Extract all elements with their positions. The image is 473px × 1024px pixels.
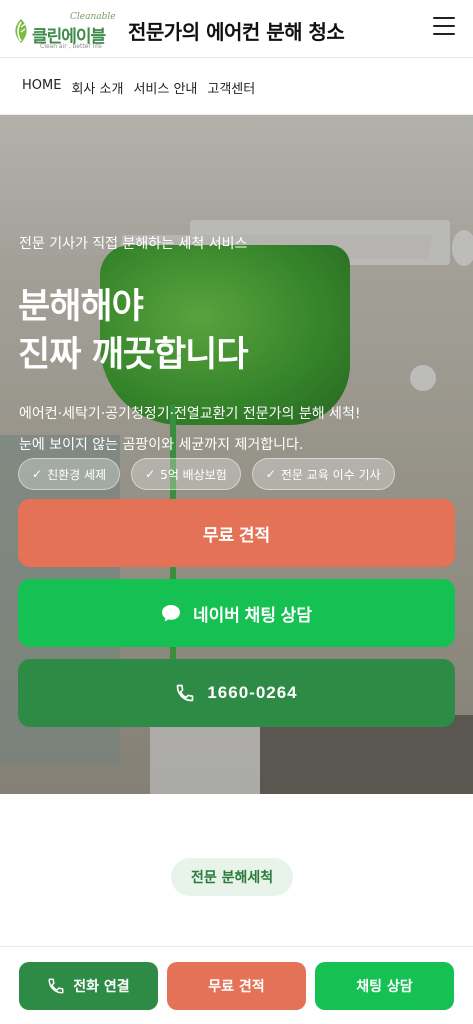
phone-call-button[interactable]: 1660-0264: [18, 659, 455, 727]
bottom-chat-button[interactable]: 채팅 상담: [315, 962, 454, 1010]
hero-subtext: 에어컨·세탁기·공기청정기·전열교환기 전문가의 분해 세척! 눈에 보이지 않…: [19, 399, 360, 461]
phone-icon: [177, 684, 194, 702]
hero-headline-line1: 분해해야: [18, 287, 144, 327]
naver-chat-label: 네이버 채팅 상담: [193, 605, 312, 625]
hero-headline-line2: 진짜 깨끗합니다: [18, 335, 249, 375]
site-title: 전문가의 에어컨 분해 청소: [128, 20, 345, 44]
logo-english-name: Cleanable: [70, 12, 116, 22]
hero-headline: 분해해야 진짜 깨끗합니다: [18, 283, 249, 379]
nav-item-support[interactable]: 고객센터: [207, 78, 255, 97]
free-quote-label: 무료 견적: [202, 525, 271, 545]
badge-trained-technician: ✓ 전문 교육 이수 기사: [251, 458, 395, 490]
hero-subtext-line2: 눈에 보이지 않는 곰팡이와 세균까지 제거합니다.: [19, 437, 304, 453]
bottom-call-button[interactable]: 전화 연결: [19, 962, 158, 1010]
main-nav: HOME 회사 소개 서비스 안내 고객센터: [0, 58, 473, 115]
phone-icon: [48, 978, 64, 994]
free-quote-button[interactable]: 무료 견적: [18, 499, 455, 567]
naver-chat-button[interactable]: 네이버 채팅 상담: [18, 579, 455, 647]
nav-item-services[interactable]: 서비스 안내: [133, 78, 197, 97]
feature-badges: ✓ 친환경 세제 ✓ 5억 배상보험 ✓ 전문 교육 이수 기사: [18, 458, 395, 490]
badge-label: 전문 교육 이수 기사: [280, 467, 381, 482]
hero-section: 전문 기사가 직접 분해하는 세척 서비스 분해해야 진짜 깨끗합니다 에어컨·…: [0, 115, 473, 794]
check-icon: ✓: [32, 467, 43, 481]
leaf-logo-icon: [15, 19, 27, 43]
check-icon: ✓: [265, 467, 276, 481]
logo[interactable]: Cleanable 클린에이블 Clean air , better life: [12, 10, 122, 50]
bottom-action-bar: 전화 연결 무료 견적 채팅 상담: [0, 946, 473, 1024]
bottom-chat-label: 채팅 상담: [356, 979, 413, 995]
badge-insurance: ✓ 5억 배상보험: [131, 458, 241, 490]
section-tag: 전문 분해세척: [171, 858, 294, 896]
hamburger-menu-icon[interactable]: [433, 17, 457, 39]
badge-label: 친환경 세제: [47, 467, 107, 482]
bottom-call-label: 전화 연결: [73, 979, 130, 995]
nav-item-about[interactable]: 회사 소개: [71, 78, 123, 97]
badge-label: 5억 배상보험: [160, 467, 227, 482]
hero-subtext-line1: 에어컨·세탁기·공기청정기·전열교환기 전문가의 분해 세척!: [19, 406, 361, 422]
logo-slogan: Clean air , better life: [40, 43, 102, 50]
nav-item-home[interactable]: HOME: [22, 78, 61, 97]
bottom-quote-button[interactable]: 무료 견적: [167, 962, 306, 1010]
badge-eco-detergent: ✓ 친환경 세제: [18, 458, 121, 490]
hero-eyebrow: 전문 기사가 직접 분해하는 세척 서비스: [19, 236, 248, 252]
check-icon: ✓: [145, 467, 156, 481]
phone-number-label: 1660-0264: [207, 683, 298, 702]
chat-bubble-icon: [162, 605, 181, 622]
site-header: Cleanable 클린에이블 Clean air , better life …: [0, 0, 473, 58]
bottom-quote-label: 무료 견적: [208, 979, 265, 995]
